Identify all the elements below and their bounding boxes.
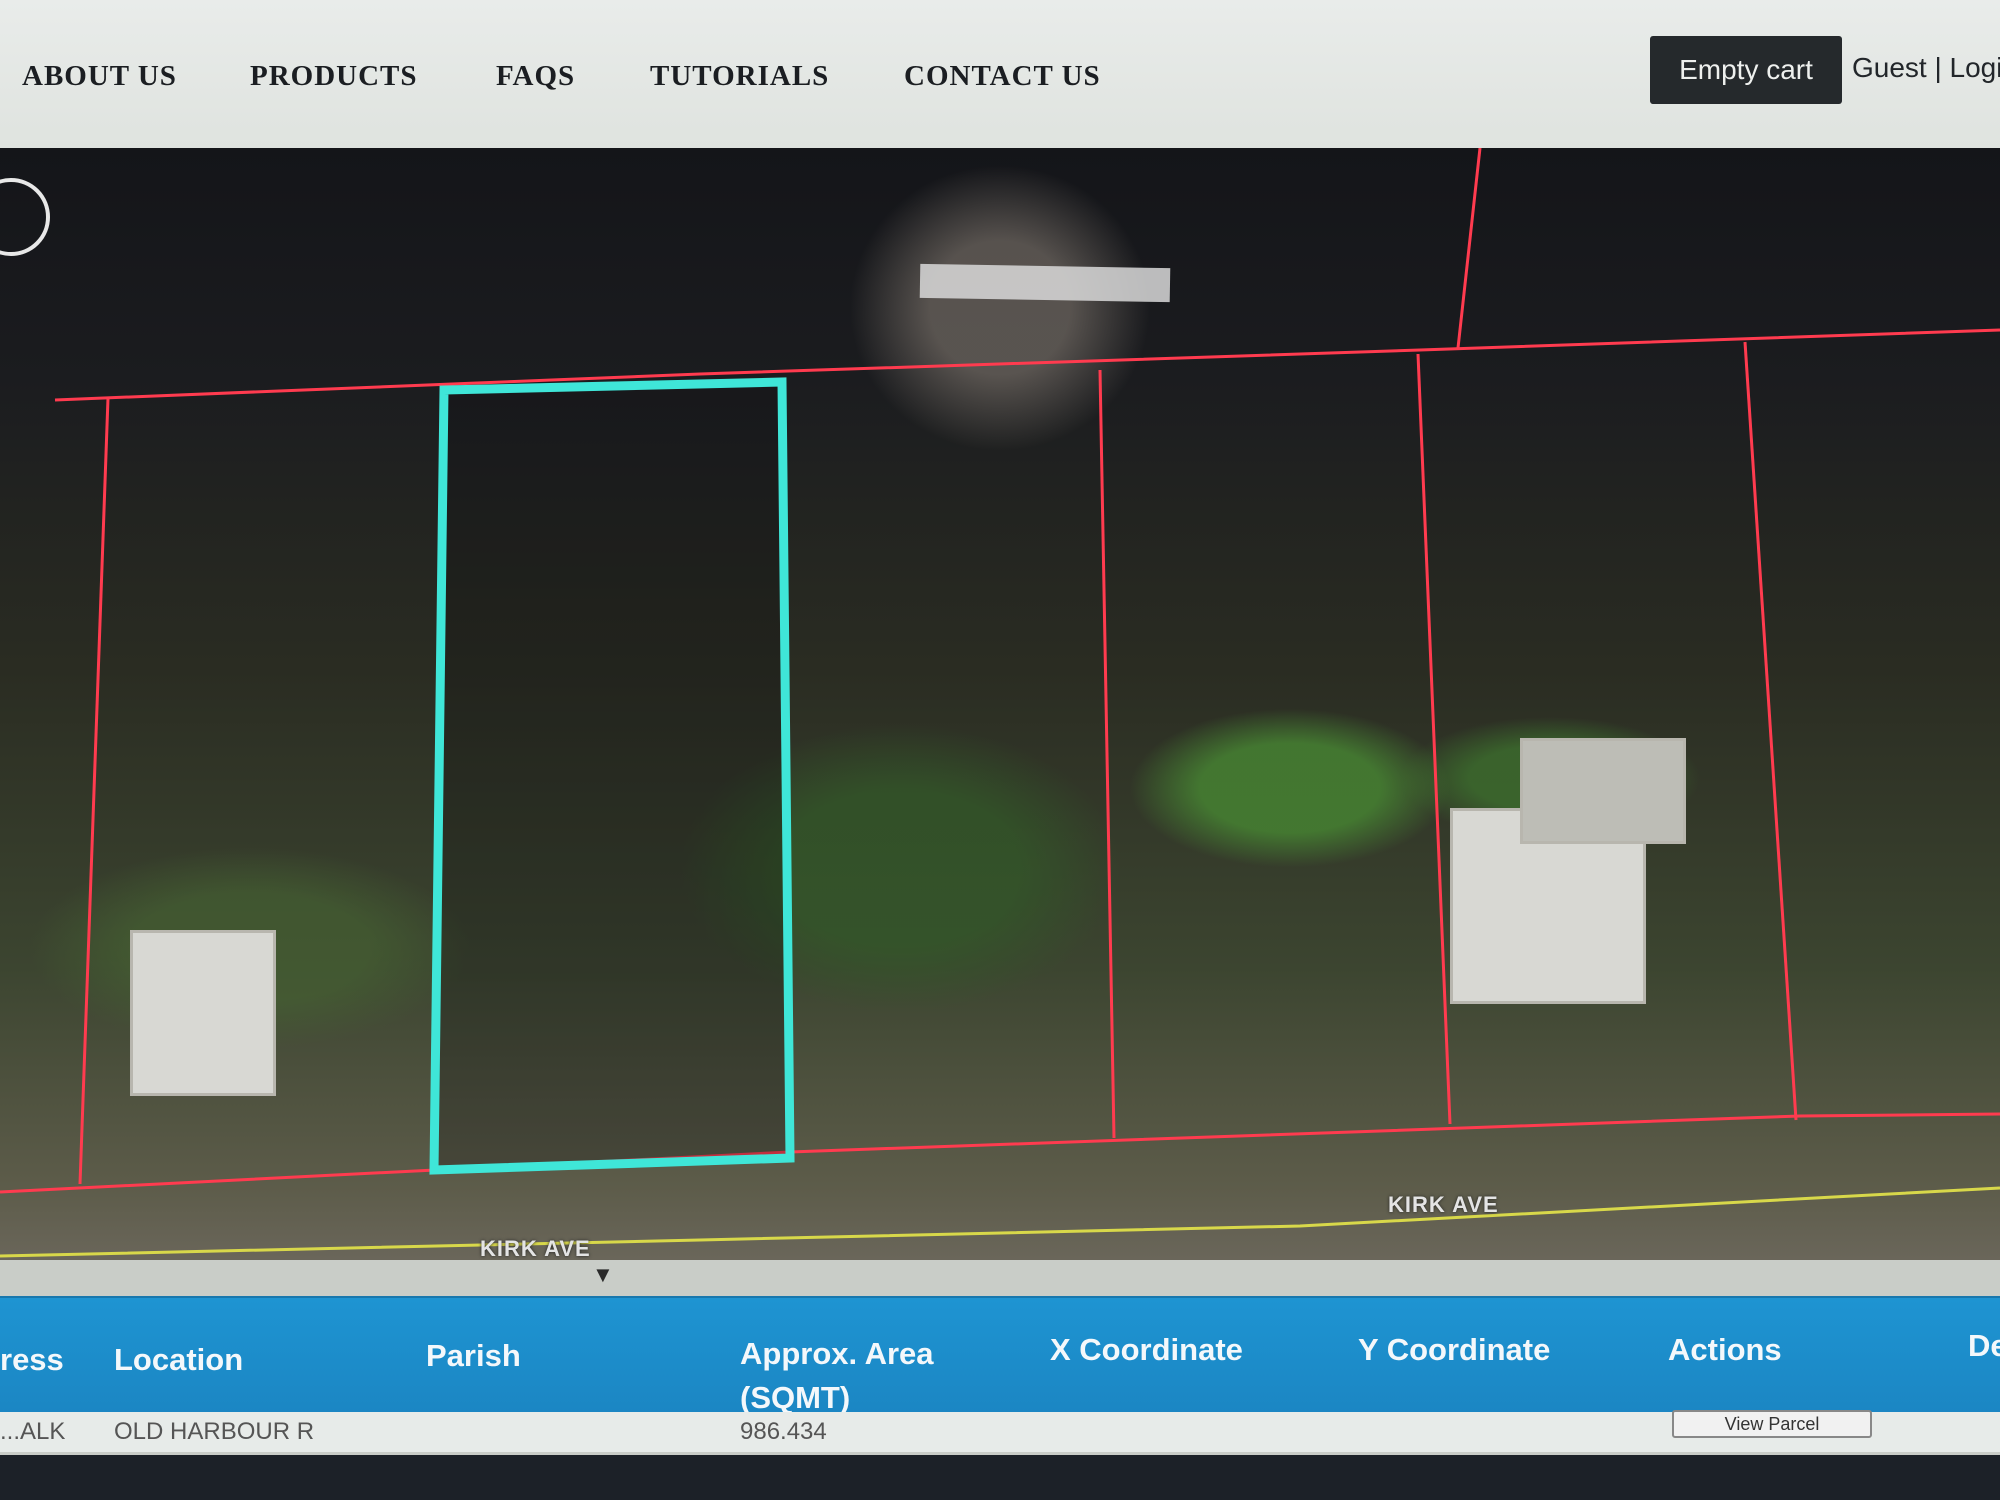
collapse-toggle-icon[interactable]: ▼ — [592, 1262, 614, 1288]
taskbar — [0, 1455, 2000, 1500]
cell-address: ...ALK — [0, 1418, 66, 1445]
column-header-address[interactable]: ress — [0, 1342, 64, 1378]
road-line — [0, 1186, 2000, 1258]
empty-cart-button[interactable]: Empty cart — [1650, 36, 1842, 104]
column-header-location[interactable]: Location — [114, 1342, 243, 1378]
column-header-area-line1: Approx. Area — [740, 1336, 934, 1371]
top-navigation: ABOUT US PRODUCTS FAQS TUTORIALS CONTACT… — [0, 0, 2000, 150]
column-header-x-coordinate[interactable]: X Coordinate — [1050, 1332, 1243, 1368]
table-header-row: ress Location Parish Approx. Area (SQMT)… — [0, 1296, 2000, 1415]
guest-login-link[interactable]: Guest | Logi — [1852, 52, 2000, 84]
view-parcel-button[interactable]: View Parcel — [1672, 1410, 1872, 1438]
column-header-y-coordinate[interactable]: Y Coordinate — [1358, 1332, 1550, 1368]
nav-tutorials[interactable]: TUTORIALS — [650, 60, 829, 93]
parcel-map[interactable]: KIRK AVE KIRK AVE — [0, 148, 2000, 1260]
column-header-area[interactable]: Approx. Area (SQMT) — [740, 1332, 934, 1420]
nav-about-us[interactable]: ABOUT US — [22, 60, 177, 93]
column-header-parish[interactable]: Parish — [426, 1338, 521, 1374]
column-header-area-line2: (SQMT) — [740, 1380, 851, 1415]
street-label-kirk-ave: KIRK AVE — [480, 1236, 591, 1260]
parcel-boundary-top — [54, 328, 2000, 402]
parcel-boundary-line — [1098, 369, 1116, 1139]
parcel-boundary-bottom — [0, 1112, 2000, 1194]
street-label-kirk-ave: KIRK AVE — [1388, 1192, 1499, 1217]
parcel-boundary-line — [1743, 341, 1798, 1121]
parcel-boundary-line — [1416, 353, 1452, 1125]
column-header-details[interactable]: De — [1968, 1328, 2000, 1364]
nav-contact-us[interactable]: CONTACT US — [904, 60, 1101, 93]
column-header-actions[interactable]: Actions — [1668, 1332, 1782, 1368]
parcel-boundary-line — [78, 397, 110, 1185]
cell-location: OLD HARBOUR R — [114, 1418, 315, 1445]
nav-products[interactable]: PRODUCTS — [250, 60, 418, 93]
cell-area: 986.434 — [740, 1418, 827, 1445]
parcel-boundary-line — [1456, 148, 1482, 349]
nav-faqs[interactable]: FAQS — [496, 60, 575, 93]
selected-parcel-outline — [429, 377, 795, 1175]
parcel-overlay — [0, 148, 2000, 1258]
